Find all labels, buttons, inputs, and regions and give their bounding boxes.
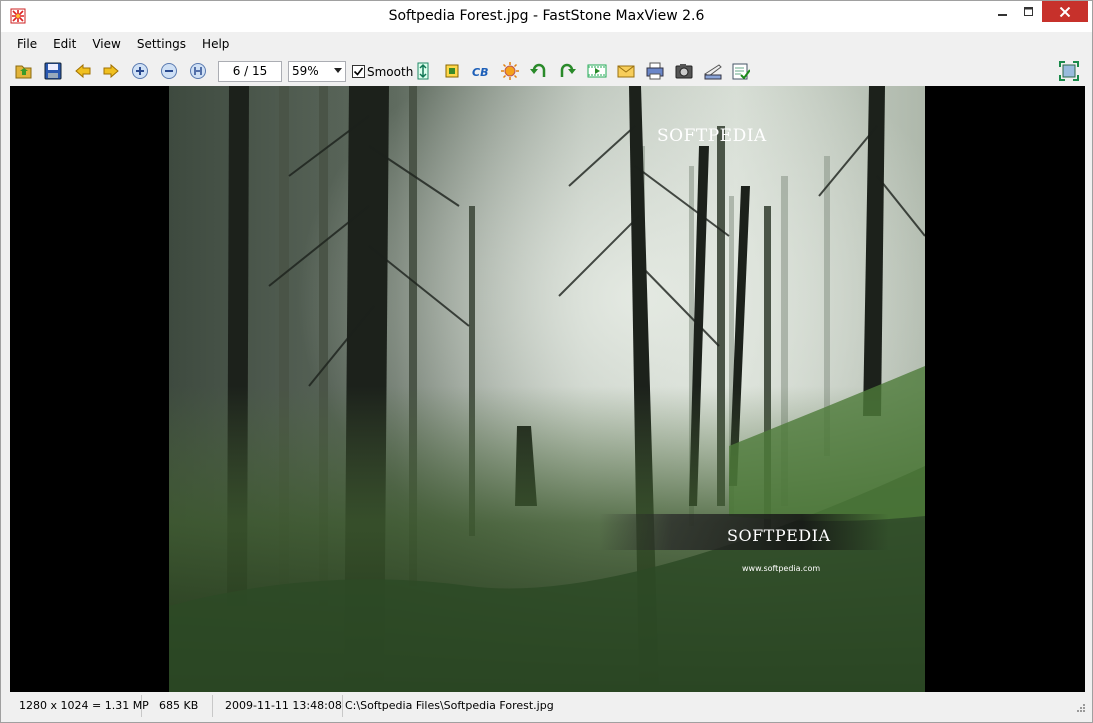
file-date: 2009-11-11 13:48:08 [213, 695, 343, 717]
maximize-button[interactable] [1015, 1, 1043, 23]
menu-view[interactable]: View [84, 34, 128, 55]
menu-file[interactable]: File [9, 34, 45, 55]
print-icon [646, 62, 664, 80]
file-path: C:\Softpedia Files\Softpedia Forest.jpg [345, 699, 554, 712]
email-button[interactable] [615, 60, 637, 82]
resize-grip-icon[interactable] [1074, 703, 1086, 715]
full-screen-button[interactable] [1058, 60, 1080, 82]
next-icon [103, 63, 119, 79]
maximize-icon [1024, 7, 1033, 16]
zoom-in-icon [132, 63, 148, 79]
status-bar: 1280 x 1024 = 1.31 MP 685 KB 2009-11-11 … [9, 695, 1086, 717]
zoom-in-button[interactable] [129, 60, 151, 82]
save-icon [44, 62, 62, 80]
zoom-select[interactable]: 59% [288, 61, 346, 82]
forest-image [169, 86, 925, 692]
title-bar[interactable]: Softpedia Forest.jpg - FastStone MaxView… [1, 1, 1092, 32]
toolbar: 6 / 15 59% Smooth CB [9, 57, 1086, 85]
app-window: Softpedia Forest.jpg - FastStone MaxView… [0, 0, 1093, 723]
resize-icon [417, 62, 429, 80]
minimize-button[interactable] [989, 1, 1017, 23]
minimize-icon [998, 14, 1007, 16]
zoom-out-icon [161, 63, 177, 79]
menu-bar: File Edit View Settings Help [9, 34, 1086, 55]
rotate-left-icon [530, 63, 546, 77]
adjust-lighting-button[interactable] [499, 60, 521, 82]
adjust-lighting-icon [501, 62, 519, 80]
menu-settings[interactable]: Settings [129, 34, 194, 55]
softpedia-watermark-mid: SOFTPEDIA [727, 526, 831, 545]
color-balance-icon: CB [472, 66, 488, 79]
previous-icon [75, 63, 91, 79]
email-icon [617, 65, 635, 78]
zoom-value: 59% [292, 64, 319, 78]
crop-button[interactable] [441, 60, 463, 82]
svg-text:CB: CB [472, 66, 488, 79]
smooth-checkbox[interactable] [352, 65, 365, 78]
scanner-button[interactable] [702, 60, 724, 82]
photo-image[interactable]: SOFTPEDIA SOFTPEDIA www.softpedia.com [169, 86, 925, 692]
image-dimensions: 1280 x 1024 = 1.31 MP [9, 695, 149, 717]
open-button[interactable] [13, 60, 35, 82]
close-icon [1059, 6, 1071, 17]
close-button[interactable] [1042, 1, 1088, 22]
batch-convert-button[interactable] [730, 60, 752, 82]
chevron-down-icon[interactable] [334, 68, 342, 73]
file-size: 685 KB [142, 695, 213, 717]
window-title: Softpedia Forest.jpg - FastStone MaxView… [388, 8, 705, 24]
rotate-right-icon [560, 63, 576, 77]
rotate-right-button[interactable] [556, 60, 578, 82]
zoom-out-button[interactable] [158, 60, 180, 82]
screen-capture-icon [675, 64, 693, 79]
menu-edit[interactable]: Edit [45, 34, 84, 55]
softpedia-watermark-top: SOFTPEDIA [657, 126, 767, 146]
previous-button[interactable] [72, 60, 94, 82]
full-screen-icon [1059, 61, 1079, 81]
open-folder-icon [15, 65, 32, 79]
smooth-label[interactable]: Smooth [367, 65, 413, 79]
crop-icon [445, 64, 459, 78]
batch-convert-icon [732, 63, 750, 80]
color-balance-button[interactable]: CB [470, 60, 492, 82]
image-viewer[interactable]: SOFTPEDIA SOFTPEDIA www.softpedia.com [10, 86, 1085, 692]
rotate-left-button[interactable] [528, 60, 550, 82]
screen-capture-button[interactable] [673, 60, 695, 82]
next-button[interactable] [100, 60, 122, 82]
actual-size-icon [190, 63, 206, 79]
slideshow-icon [587, 64, 607, 78]
resize-button[interactable] [412, 60, 434, 82]
scanner-icon [704, 64, 722, 80]
softpedia-url: www.softpedia.com [742, 564, 821, 573]
page-indicator[interactable]: 6 / 15 [218, 61, 282, 82]
slideshow-button[interactable] [586, 60, 608, 82]
save-button[interactable] [42, 60, 64, 82]
checkmark-icon [353, 67, 364, 76]
actual-size-button[interactable] [187, 60, 209, 82]
print-button[interactable] [644, 60, 666, 82]
menu-help[interactable]: Help [194, 34, 237, 55]
